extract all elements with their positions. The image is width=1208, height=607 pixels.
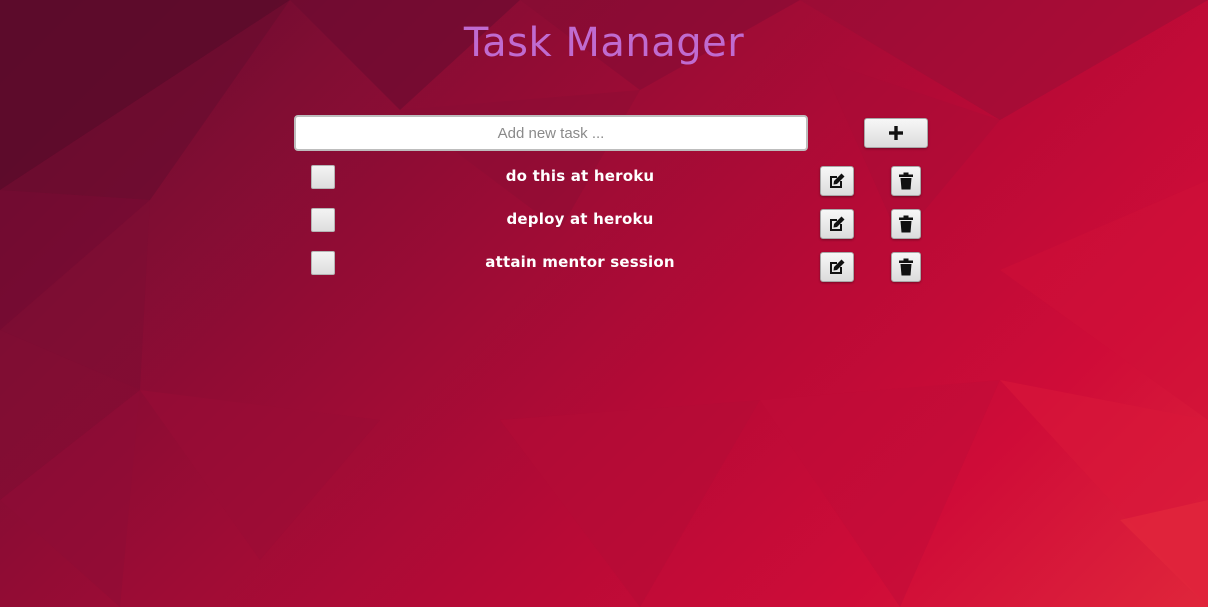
- edit-icon: [828, 258, 846, 276]
- edit-task-button[interactable]: [820, 166, 854, 196]
- trash-icon: [898, 258, 914, 276]
- add-task-button[interactable]: [864, 118, 928, 148]
- task-text: attain mentor session: [485, 253, 675, 271]
- new-task-input[interactable]: [294, 115, 808, 151]
- plus-icon: [888, 125, 904, 141]
- task-item: deploy at heroku: [294, 207, 934, 239]
- task-item: attain mentor session: [294, 250, 934, 282]
- delete-task-button[interactable]: [891, 166, 921, 196]
- task-text: deploy at heroku: [506, 210, 654, 228]
- task-item: do this at heroku: [294, 164, 934, 196]
- task-complete-checkbox[interactable]: [311, 208, 335, 232]
- trash-icon: [898, 215, 914, 233]
- edit-icon: [828, 215, 846, 233]
- page-title: Task Manager: [463, 20, 745, 66]
- task-complete-checkbox[interactable]: [311, 165, 335, 189]
- delete-task-button[interactable]: [891, 209, 921, 239]
- task-text: do this at heroku: [505, 167, 655, 185]
- trash-icon: [898, 172, 914, 190]
- task-manager-app: Task Manager do this at heroku: [0, 0, 1208, 607]
- delete-task-button[interactable]: [891, 252, 921, 282]
- task-complete-checkbox[interactable]: [311, 251, 335, 275]
- edit-icon: [828, 172, 846, 190]
- edit-task-button[interactable]: [820, 209, 854, 239]
- edit-task-button[interactable]: [820, 252, 854, 282]
